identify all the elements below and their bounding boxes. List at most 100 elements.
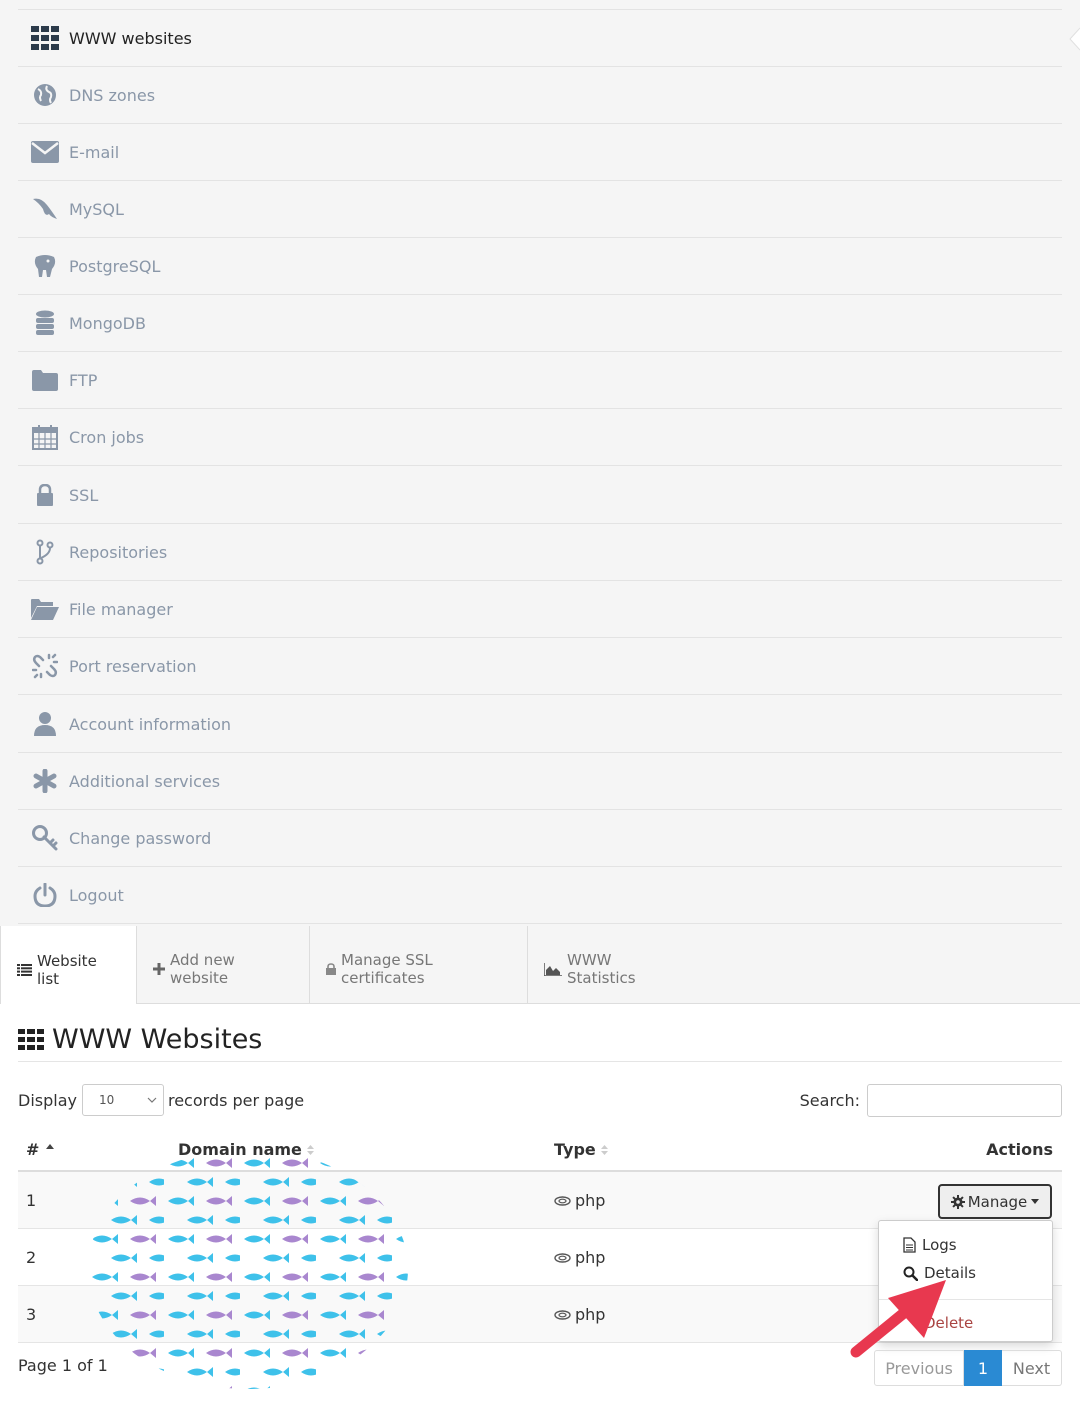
plus-icon — [153, 963, 165, 975]
tab-label: Manage SSL certificates — [341, 951, 433, 987]
menu-item-file-manager[interactable]: File manager — [18, 581, 1062, 638]
menu-item-ftp[interactable]: FTP — [18, 352, 1062, 409]
dolphin-icon — [30, 194, 60, 224]
page-button-current[interactable]: 1 — [964, 1350, 1002, 1386]
page-title-text: WWW Websites — [52, 1024, 263, 1055]
page-size-value: 10 — [98, 1093, 115, 1107]
column-header-type[interactable]: Type — [554, 1140, 608, 1159]
menu-item-additional-services[interactable]: Additional services — [18, 753, 1062, 810]
heading-divider — [18, 1061, 1062, 1062]
menu-item-cron-jobs[interactable]: Cron jobs — [18, 409, 1062, 466]
menu-item-postgresql[interactable]: PostgreSQL — [18, 238, 1062, 295]
menu-item-ssl[interactable]: SSL — [18, 467, 1062, 524]
search-input[interactable] — [867, 1084, 1062, 1117]
folder-icon — [30, 365, 60, 395]
tab-www-statistics[interactable]: WWW Statistics — [528, 926, 696, 1004]
row-number: 2 — [26, 1248, 37, 1267]
sort-icon — [600, 1144, 608, 1155]
row-number: 1 — [26, 1191, 37, 1210]
tab-website-list[interactable]: Website list — [0, 926, 137, 1005]
menu-item-email[interactable]: E-mail — [18, 124, 1062, 181]
tab-bar: Website list Add new website Manage SSL … — [0, 926, 1080, 1005]
menu-item-label: Change password — [69, 828, 212, 848]
grid-icon — [18, 1029, 44, 1050]
lock-icon — [326, 963, 336, 975]
caret-down-icon — [1031, 1199, 1040, 1204]
menu-item-label: E-mail — [69, 142, 120, 162]
search-label: Search: — [799, 1091, 860, 1110]
menu-item-label: PostgreSQL — [69, 256, 161, 276]
side-menu: WWW websites DNS zones E-mail MySQL Post… — [0, 0, 1080, 926]
menu-item-mysql[interactable]: MySQL — [18, 181, 1062, 238]
menu-item-label: MySQL — [69, 199, 124, 219]
menu-item-label: Cron jobs — [69, 427, 145, 447]
tab-manage-ssl-certificates[interactable]: Manage SSL certificates — [310, 926, 528, 1004]
tab-add-new-website[interactable]: Add new website — [137, 926, 310, 1004]
menu-item-www-websites[interactable]: WWW websites — [18, 10, 1062, 67]
branch-icon — [30, 537, 60, 567]
list-icon — [17, 963, 32, 976]
menu-item-label: DNS zones — [69, 85, 156, 105]
next-page-button[interactable]: Next — [1002, 1350, 1062, 1386]
pagination-info: Page 1 of 1 — [18, 1356, 108, 1375]
collapse-chevron-icon[interactable] — [1066, 24, 1080, 54]
menu-item-repositories[interactable]: Repositories — [18, 524, 1062, 581]
sort-ascending-icon — [46, 1143, 55, 1149]
broken-link-icon — [30, 651, 60, 681]
manage-button[interactable]: Manage — [938, 1184, 1052, 1219]
column-header-label: Actions — [986, 1140, 1053, 1159]
key-icon — [30, 823, 60, 853]
manage-label: Manage — [967, 1192, 1028, 1211]
menu-item-label: Account information — [69, 714, 232, 734]
menu-item-label: SSL — [69, 485, 99, 505]
page-size-control: Display 10 records per page — [18, 1084, 304, 1116]
menu-item-change-password[interactable]: Change password — [18, 810, 1062, 867]
row-type-label: php — [575, 1248, 606, 1267]
column-header-label: Type — [554, 1140, 596, 1159]
records-per-page-label: records per page — [167, 1090, 305, 1110]
column-header-actions: Actions — [986, 1140, 1053, 1159]
annotation-arrow-icon — [850, 1280, 946, 1358]
area-chart-icon — [544, 962, 562, 976]
file-text-icon — [903, 1237, 916, 1253]
row-type: php — [554, 1229, 605, 1286]
eye-icon — [554, 1252, 571, 1263]
dropdown-item-label: Logs — [922, 1236, 957, 1254]
lock-icon — [30, 480, 60, 510]
menu-item-logout[interactable]: Logout — [18, 867, 1062, 924]
tab-label: WWW Statistics — [567, 951, 636, 987]
menu-item-dns-zones[interactable]: DNS zones — [18, 67, 1062, 124]
menu-item-label: Port reservation — [69, 656, 197, 676]
tab-label: Website list — [37, 951, 97, 988]
menu-item-label: Repositories — [69, 542, 168, 562]
power-icon — [30, 880, 60, 910]
menu-item-label: Additional services — [69, 771, 221, 791]
gear-icon — [950, 1194, 965, 1209]
search-control: Search: — [800, 1084, 1062, 1117]
menu-item-mongodb[interactable]: MongoDB — [18, 295, 1062, 352]
folder-open-icon — [30, 594, 60, 624]
user-icon — [30, 709, 60, 739]
dropdown-item-logs[interactable]: Logs — [903, 1236, 957, 1254]
menu-item-label: FTP — [69, 370, 98, 390]
row-type-label: php — [575, 1305, 606, 1324]
page-size-select[interactable]: 10 — [81, 1084, 164, 1116]
row-type: php — [554, 1286, 605, 1343]
column-header-number[interactable]: # — [26, 1140, 55, 1159]
row-type: php — [554, 1172, 605, 1229]
globe-icon — [30, 80, 60, 110]
menu-item-label: File manager — [69, 599, 173, 619]
eye-icon — [554, 1309, 571, 1320]
website-list-panel: WWW Websites Display 10 records per page… — [0, 1004, 1080, 1424]
menu-item-label: WWW websites — [69, 28, 192, 48]
menu-item-port-reservation[interactable]: Port reservation — [18, 638, 1062, 695]
tab-label: Add new website — [170, 951, 235, 987]
menu-item-label: MongoDB — [69, 313, 146, 333]
row-number: 3 — [26, 1305, 37, 1324]
menu-item-account-information[interactable]: Account information — [18, 696, 1062, 753]
grid-icon — [30, 23, 60, 53]
redaction-overlay — [88, 1154, 408, 1389]
column-header-label: # — [26, 1140, 40, 1159]
sort-icon — [306, 1144, 314, 1155]
menu-item-label: Logout — [69, 885, 124, 905]
